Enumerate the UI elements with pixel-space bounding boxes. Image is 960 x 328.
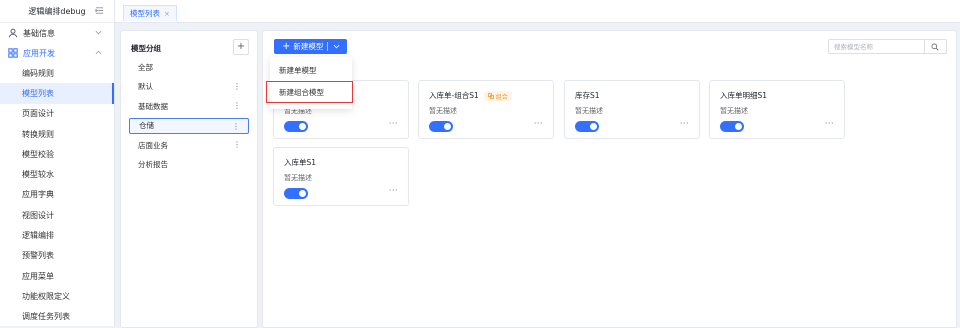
button-divider — [327, 42, 328, 51]
model-card[interactable]: 入库单-组合S1 组合 暂无描述 ··· — [418, 80, 554, 139]
menu-group-basic-info[interactable]: 基础信息 — [0, 23, 114, 43]
model-card[interactable]: 入库单明细S1 暂无描述 ··· — [709, 80, 845, 139]
tab-strip: 模型列表 × — [115, 0, 960, 23]
plus-icon: + — [282, 40, 291, 52]
search-box — [828, 39, 947, 54]
sidebar-item-model-validation[interactable]: 模型校验 — [0, 144, 114, 164]
search-input[interactable] — [829, 40, 924, 53]
close-icon[interactable]: × — [164, 10, 170, 18]
app-header: 逻辑编排debug — [0, 0, 114, 23]
sidebar-item-alert-list[interactable]: 预警列表 — [0, 246, 114, 266]
new-model-button[interactable]: + 新建模型 — [274, 39, 347, 54]
sidebar-item-scheduled-tasks[interactable]: 调度任务列表 — [0, 307, 114, 327]
group-item-label: 仓储 — [139, 121, 154, 131]
model-card[interactable]: 库存S1 暂无描述 ··· — [564, 80, 700, 139]
more-vertical-icon[interactable]: ⋮ — [233, 100, 241, 112]
model-name: 入库单S1 — [284, 158, 317, 167]
sidebar-item-label: 视图设计 — [22, 210, 54, 220]
menu-group-label: 基础信息 — [23, 28, 55, 38]
group-item-basic-data[interactable]: 基础数据 ⋮ — [129, 98, 249, 114]
chevron-down-icon — [95, 30, 102, 35]
model-description: 暂无描述 — [284, 174, 312, 182]
sidebar-item-model-list[interactable]: 模型列表 — [0, 83, 114, 104]
more-vertical-icon[interactable]: ⋮ — [233, 81, 241, 93]
sidebar-item-label: 模型列表 — [22, 88, 54, 98]
group-list: 全部 默认 ⋮ 基础数据 ⋮ 仓储 ⋮ 店面业务 ⋮ 分析报告 — [129, 59, 249, 177]
group-item-warehouse[interactable]: 仓储 ⋮ — [129, 117, 249, 134]
tab-label: 模型列表 — [130, 9, 160, 18]
group-item-all[interactable]: 全部 — [129, 59, 249, 75]
app-title: 逻辑编排debug — [28, 6, 86, 16]
sidebar-item-app-dictionary[interactable]: 应用字典 — [0, 185, 114, 205]
model-description: 暂无描述 — [720, 107, 748, 115]
sidebar-item-logic-orchestration[interactable]: 逻辑编排 — [0, 225, 114, 245]
sidebar-item-label: 预警列表 — [22, 251, 54, 261]
sidebar-item-label: 功能权限定义 — [22, 291, 70, 301]
sidebar-item-page-design[interactable]: 页面设计 — [0, 104, 114, 124]
enable-toggle[interactable] — [284, 188, 308, 199]
group-item-label: 分析报告 — [138, 160, 168, 170]
more-vertical-icon[interactable]: ⋮ — [233, 139, 241, 151]
sidebar-item-app-menu[interactable]: 应用菜单 — [0, 266, 114, 286]
collapse-menu-icon[interactable] — [95, 6, 104, 15]
sidebar-item-label: 模型校验 — [22, 149, 54, 159]
dropdown-item-new-single-model[interactable]: 新建单模型 — [279, 65, 317, 76]
sidebar-item-label: 应用字典 — [22, 190, 54, 200]
model-description: 暂无描述 — [429, 107, 457, 115]
group-item-label: 全部 — [138, 62, 153, 72]
group-item-store-business[interactable]: 店面业务 ⋮ — [129, 137, 249, 153]
link-icon — [487, 93, 494, 99]
more-icon[interactable]: ··· — [534, 119, 543, 128]
combo-badge: 组合 — [483, 91, 512, 101]
more-vertical-icon[interactable]: ⋮ — [232, 121, 240, 133]
sidebar-item-conversion-rules[interactable]: 转换规则 — [0, 124, 114, 144]
enable-toggle[interactable] — [284, 121, 308, 132]
sidebar-item-label: 逻辑编排 — [22, 231, 54, 241]
group-item-label: 基础数据 — [138, 101, 168, 111]
sidebar-item-model-compare[interactable]: 模型较水 — [0, 164, 114, 184]
sidebar-item-label: 页面设计 — [22, 109, 54, 119]
model-card[interactable]: 入库单S1 暂无描述 ··· — [273, 147, 409, 206]
group-item-label: 默认 — [138, 82, 153, 92]
more-icon[interactable]: ··· — [825, 119, 834, 128]
add-group-button[interactable]: + — [233, 39, 249, 55]
apps-icon — [8, 48, 18, 58]
sidebar-item-label: 模型较水 — [22, 170, 54, 180]
sidebar-item-label: 应用菜单 — [22, 271, 54, 281]
enable-toggle[interactable] — [575, 121, 599, 132]
model-name-row: 入库单-组合S1 组合 — [429, 90, 512, 101]
more-icon[interactable]: ··· — [680, 119, 689, 128]
model-name: 入库单-组合S1 — [429, 91, 479, 100]
chevron-down-icon[interactable] — [333, 43, 340, 50]
sidebar: 逻辑编排debug 基础信息 应用开发 编码规则 模型列表 页面设计 转换规则 … — [0, 0, 115, 326]
sidebar-item-encoding-rules[interactable]: 编码规则 — [0, 63, 114, 83]
model-description: 暂无描述 — [575, 107, 603, 115]
model-group-panel: 模型分组 + 全部 默认 ⋮ 基础数据 ⋮ 仓储 ⋮ 店面业务 ⋮ 分析报告 — [120, 30, 258, 328]
enable-toggle[interactable] — [429, 121, 453, 132]
group-panel-title: 模型分组 — [131, 44, 161, 53]
sidebar-item-label: 转换规则 — [22, 129, 54, 139]
tab-model-list[interactable]: 模型列表 × — [123, 5, 177, 21]
badge-label: 组合 — [495, 93, 508, 101]
model-name: 库存S1 — [575, 91, 600, 100]
group-item-analysis-report[interactable]: 分析报告 — [129, 157, 249, 173]
sidebar-item-label: 编码规则 — [22, 68, 54, 78]
sidebar-item-label: 调度任务列表 — [22, 312, 70, 322]
search-icon — [932, 43, 940, 51]
user-icon — [8, 28, 18, 38]
menu-group-app-dev[interactable]: 应用开发 — [0, 43, 114, 63]
chevron-up-icon — [95, 50, 102, 55]
new-model-label: 新建模型 — [293, 42, 324, 51]
more-icon[interactable]: ··· — [389, 186, 398, 195]
enable-toggle[interactable] — [720, 121, 744, 132]
menu-group-label: 应用开发 — [23, 48, 55, 58]
group-item-label: 店面业务 — [138, 140, 168, 150]
group-item-default[interactable]: 默认 ⋮ — [129, 79, 249, 95]
sidebar-item-view-design[interactable]: 视图设计 — [0, 205, 114, 225]
search-button[interactable] — [923, 40, 946, 53]
model-name: 入库单明细S1 — [720, 91, 768, 100]
highlight-annotation — [266, 81, 353, 103]
more-icon[interactable]: ··· — [389, 119, 398, 128]
sidebar-item-permission-definition[interactable]: 功能权限定义 — [0, 286, 114, 306]
